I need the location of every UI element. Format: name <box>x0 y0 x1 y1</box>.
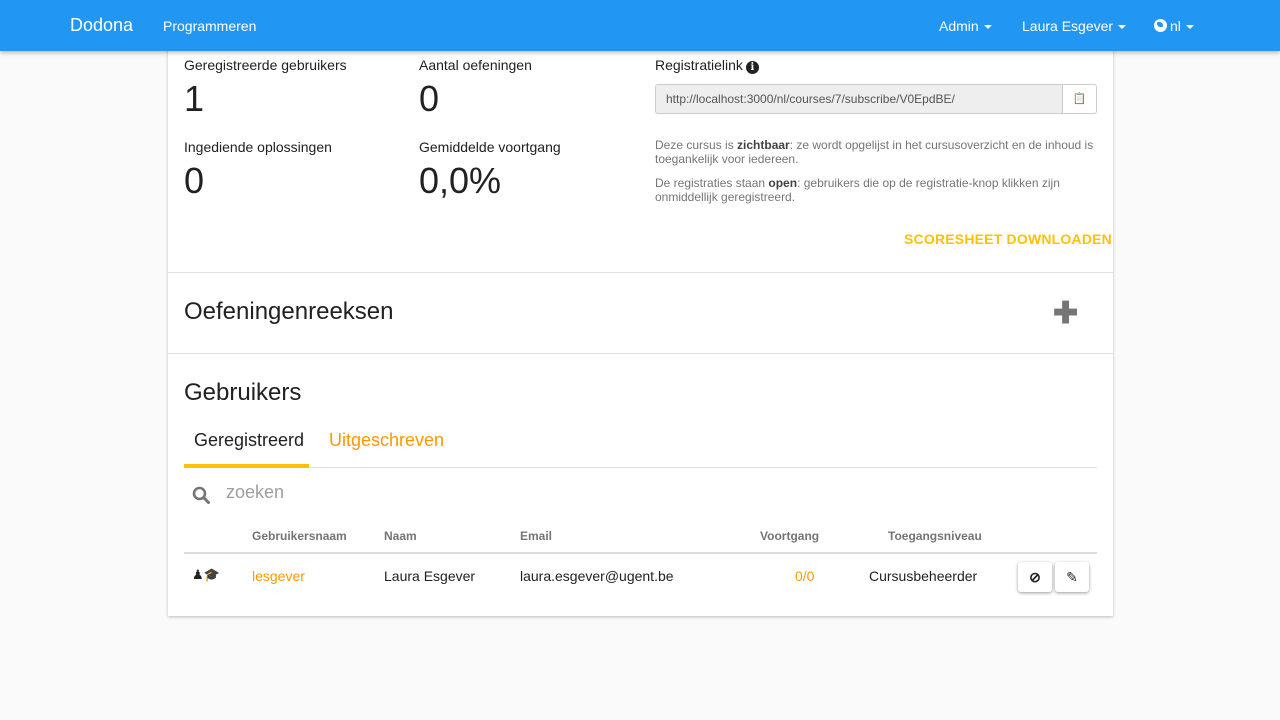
graduation-cap-icon: 🎓 <box>203 567 220 582</box>
info-icon[interactable]: i <box>745 61 759 74</box>
col-header-progress[interactable]: Voortgang <box>760 529 819 543</box>
scoresheet-download-button[interactable]: SCORESHEET DOWNLOADEN <box>904 231 1112 247</box>
stat-registered-label: Geregistreerde gebruikers <box>184 57 347 73</box>
edit-button[interactable]: ✎ <box>1055 562 1089 592</box>
caret-down-icon <box>1118 25 1127 30</box>
plus-icon[interactable]: ✚ <box>1053 296 1078 331</box>
visibility-note-bold: zichtbaar <box>737 138 790 152</box>
tab-registered[interactable]: Geregistreerd <box>194 430 304 451</box>
navbar: Dodona Programmeren Admin Laura Esgever … <box>0 0 1280 51</box>
table-header-border <box>184 552 1097 554</box>
row-email: laura.esgever@ugent.be <box>520 568 674 584</box>
col-header-email[interactable]: Email <box>520 529 552 543</box>
tab-unsubscribed[interactable]: Uitgeschreven <box>329 430 444 451</box>
registration-link-label-text: Registratielink <box>655 57 743 73</box>
clipboard-icon: 📋 <box>1072 93 1087 105</box>
teacher-icon: ♟ <box>192 567 204 582</box>
registration-link-field[interactable]: http://localhost:3000/nl/courses/7/subsc… <box>655 84 1063 114</box>
row-name: Laura Esgever <box>384 568 476 584</box>
globe-icon <box>1154 19 1167 32</box>
demote-button[interactable]: ⊘ <box>1018 562 1052 592</box>
table-row: ♟🎓 <box>192 567 220 583</box>
nav-user-dropdown[interactable]: Laura Esgever <box>1022 18 1127 34</box>
divider <box>168 353 1113 354</box>
caret-down-icon <box>983 25 992 30</box>
row-access-level: Cursusbeheerder <box>869 568 978 584</box>
registration-note: De registraties staan open: gebruikers d… <box>655 176 1100 204</box>
pencil-icon: ✎ <box>1066 569 1078 585</box>
nav-language-label: nl <box>1170 18 1181 34</box>
col-header-access[interactable]: Toegangsniveau <box>888 529 982 543</box>
stat-exercises-value: 0 <box>419 78 440 119</box>
nav-admin-label: Admin <box>939 18 979 34</box>
row-username-link[interactable]: lesgever <box>252 568 305 584</box>
course-card: Geregistreerde gebruikers 1 Aantal oefen… <box>168 36 1113 616</box>
search-icon <box>192 486 210 509</box>
col-header-username[interactable]: Gebruikersnaam <box>252 529 347 543</box>
stat-progress-label: Gemiddelde voortgang <box>419 139 561 155</box>
stat-submissions-label: Ingediende oplossingen <box>184 139 332 155</box>
nav-user-label: Laura Esgever <box>1022 18 1114 34</box>
registration-note-bold: open <box>768 176 798 190</box>
nav-admin-dropdown[interactable]: Admin <box>939 18 992 34</box>
series-title: Oefeningenreeksen <box>184 298 394 325</box>
stat-registered-value: 1 <box>184 78 205 119</box>
active-tab-indicator <box>184 464 309 468</box>
visibility-note: Deze cursus is zichtbaar: ze wordt opgel… <box>655 138 1100 166</box>
registration-note-pre: De registraties staan <box>655 176 769 190</box>
brand-link[interactable]: Dodona <box>70 15 133 36</box>
copy-link-button[interactable]: 📋 <box>1063 84 1097 114</box>
row-progress-link[interactable]: 0/0 <box>795 568 814 584</box>
school-off-icon: ⊘ <box>1029 569 1041 585</box>
col-header-name[interactable]: Naam <box>384 529 417 543</box>
users-title: Gebruikers <box>184 379 302 406</box>
divider <box>168 272 1113 273</box>
stat-submissions-value: 0 <box>184 160 205 201</box>
registration-link-label: Registratielink i <box>655 57 759 74</box>
nav-language-dropdown[interactable]: nl <box>1154 18 1194 34</box>
nav-programmeren[interactable]: Programmeren <box>163 18 256 34</box>
tabs-border <box>184 467 1097 468</box>
stat-exercises-label: Aantal oefeningen <box>419 57 532 73</box>
visibility-note-pre: Deze cursus is <box>655 138 738 152</box>
caret-down-icon <box>1185 25 1194 30</box>
search-input[interactable] <box>226 482 626 503</box>
stat-progress-value: 0,0% <box>419 160 502 201</box>
